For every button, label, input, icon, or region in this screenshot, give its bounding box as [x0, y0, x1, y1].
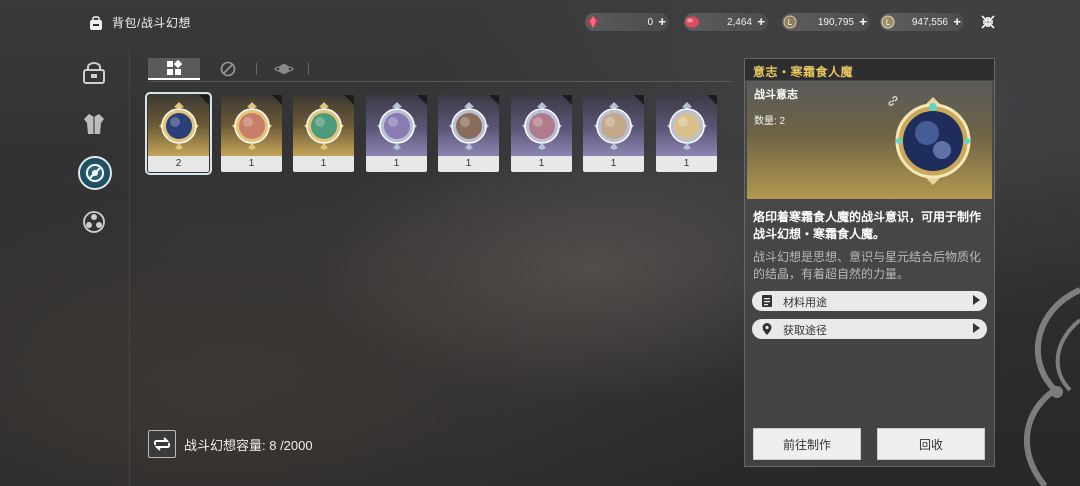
- card-corner: [417, 95, 427, 105]
- decorative-ornament: [1023, 287, 1080, 486]
- collapse-icon[interactable]: [980, 14, 996, 30]
- currency-value: 947,556: [911, 16, 948, 28]
- nav-planet[interactable]: [78, 206, 110, 238]
- add-coin-button[interactable]: +: [953, 14, 961, 30]
- swap-icon: [154, 437, 170, 451]
- currency-gem[interactable]: 2,464 +: [684, 13, 768, 31]
- item-count: 2: [148, 156, 209, 172]
- obtain-route-label: 获取途径: [783, 325, 827, 337]
- emblem-icon: [667, 102, 707, 150]
- emblem-icon: [449, 102, 489, 150]
- add-gem-button[interactable]: +: [757, 14, 765, 30]
- nodes-icon: [83, 211, 105, 233]
- go-craft-button[interactable]: 前往制作: [753, 428, 861, 460]
- nav-outfit[interactable]: [78, 108, 110, 140]
- item-emblem-icon: [895, 97, 971, 185]
- capacity-bar: 战斗幻想容量: 8 /2000: [148, 430, 313, 458]
- list-icon: [762, 295, 772, 307]
- emblem-icon: [232, 102, 272, 150]
- detail-header: 意志・寒霜食人魔: [745, 59, 994, 81]
- item-count: 1: [438, 156, 499, 172]
- item-count: 1: [583, 156, 644, 172]
- location-pin-icon: [762, 323, 772, 335]
- red-gem-icon: [682, 12, 702, 32]
- item-description: 烙印着寒霜食人魔的战斗意识，可用于制作战斗幻想・寒霜食人魔。: [753, 210, 982, 241]
- tab-planet[interactable]: [258, 58, 310, 80]
- item-count: 1: [511, 156, 572, 172]
- tab-fantasy[interactable]: [202, 58, 254, 80]
- material-usage-label: 材料用途: [783, 297, 827, 309]
- top-bar: 背包/战斗幻想 0 + 2,464 + L 190,795 + L 947,55…: [0, 0, 1080, 46]
- item-count: 1: [656, 156, 717, 172]
- recycle-button[interactable]: 回收: [877, 428, 985, 460]
- side-nav: [0, 46, 130, 486]
- item-card[interactable]: 1: [366, 95, 427, 172]
- chevron-right-icon: [973, 295, 980, 305]
- item-card[interactable]: 1: [583, 95, 644, 172]
- currency-value: 2,464: [726, 16, 752, 28]
- coin-icon: L: [878, 12, 898, 32]
- emblem-icon: [594, 102, 634, 150]
- item-count: 1: [366, 156, 427, 172]
- tab-divider: [256, 63, 257, 75]
- grid-icon: [167, 60, 182, 75]
- detail-panel: 意志・寒霜食人魔 战斗意志 数量: 2 烙印着寒霜食人魔的战斗意识，可用于制作战…: [744, 58, 995, 467]
- svg-text:L: L: [788, 18, 793, 27]
- item-card[interactable]: 2: [145, 92, 212, 175]
- red-crystal-icon: [583, 12, 603, 32]
- item-count: 1: [293, 156, 354, 172]
- backpack-icon: [90, 15, 102, 30]
- item-type: 战斗意志: [754, 89, 798, 101]
- planet-icon: [274, 64, 294, 74]
- emblem-icon: [377, 102, 417, 150]
- emblem-icon: [304, 102, 344, 150]
- breadcrumb: 背包/战斗幻想: [88, 14, 191, 31]
- coin-icon: L: [780, 12, 800, 32]
- item-card[interactable]: 1: [221, 95, 282, 172]
- item-card[interactable]: 1: [438, 95, 499, 172]
- add-crystal-button[interactable]: +: [658, 14, 666, 30]
- item-count: 1: [221, 156, 282, 172]
- card-corner: [199, 95, 209, 105]
- chevron-right-icon: [973, 323, 980, 333]
- fantasy-orb-icon: [86, 164, 104, 182]
- material-usage-button[interactable]: 材料用途: [752, 291, 987, 311]
- chest-icon: [83, 62, 105, 84]
- obtain-route-button[interactable]: 获取途径: [752, 319, 987, 339]
- detail-title: 意志・寒霜食人魔: [753, 65, 854, 79]
- card-corner: [707, 95, 717, 105]
- emblem-icon: [159, 102, 199, 150]
- tab-all[interactable]: [148, 58, 200, 80]
- capacity-text: 战斗幻想容量: 8 /2000: [184, 437, 313, 453]
- card-corner: [489, 95, 499, 105]
- detail-hero: 战斗意志 数量: 2: [747, 81, 992, 199]
- swap-button[interactable]: [148, 430, 176, 458]
- category-tabs: [148, 58, 732, 82]
- card-corner: [634, 95, 644, 105]
- card-corner: [272, 95, 282, 105]
- svg-text:L: L: [886, 18, 891, 27]
- nav-battle-fantasy[interactable]: [78, 156, 112, 190]
- currency-coin-a[interactable]: L 190,795 +: [782, 13, 870, 31]
- emblem-icon: [522, 102, 562, 150]
- armor-icon: [84, 114, 104, 134]
- card-corner: [562, 95, 572, 105]
- currency-crystal[interactable]: 0 +: [585, 13, 669, 31]
- item-lore: 战斗幻想是思想、意识与星元结合后物质化的结晶，有着超自然的力量。: [753, 250, 982, 281]
- tab-divider: [308, 63, 309, 75]
- item-card[interactable]: 1: [293, 95, 354, 172]
- add-coin-button[interactable]: +: [859, 14, 867, 30]
- currency-value: 190,795: [817, 16, 854, 28]
- item-card[interactable]: 1: [656, 95, 717, 172]
- fantasy-orb-icon: [220, 61, 236, 77]
- currency-coin-b[interactable]: L 947,556 +: [880, 13, 964, 31]
- nav-backpack[interactable]: [78, 58, 110, 90]
- card-corner: [344, 95, 354, 105]
- page-title: 背包/战斗幻想: [112, 16, 191, 30]
- item-card[interactable]: 1: [511, 95, 572, 172]
- item-quantity: 数量: 2: [754, 116, 786, 127]
- currency-value: 0: [647, 16, 653, 28]
